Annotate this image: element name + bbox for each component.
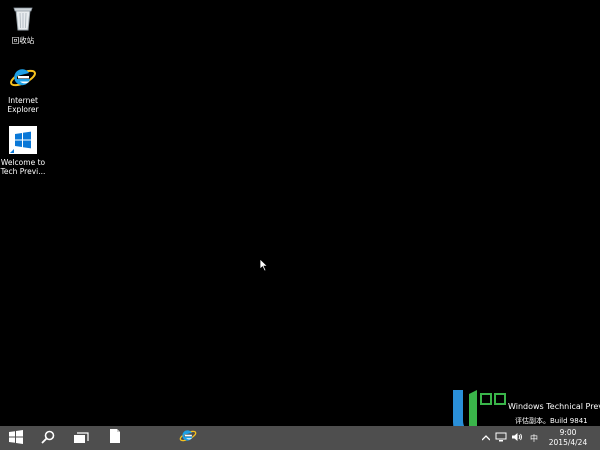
desktop-icon-label: Welcome to Tech Previ... bbox=[0, 158, 46, 176]
show-hidden-icons-button[interactable] bbox=[480, 426, 492, 450]
search-button[interactable] bbox=[33, 426, 63, 450]
clock-time: 9:00 bbox=[559, 428, 577, 437]
chevron-up-icon bbox=[481, 434, 491, 443]
desktop-icon-welcome-tech-preview[interactable]: Welcome to Tech Previ... bbox=[0, 126, 46, 176]
start-button[interactable] bbox=[0, 426, 32, 450]
desktop-icon-label: Internet Explorer bbox=[7, 96, 39, 114]
file-explorer-button[interactable] bbox=[100, 426, 130, 450]
windows-logo-icon bbox=[9, 429, 23, 448]
taskbar: 中 9:00 2015/4/24 bbox=[0, 426, 600, 450]
task-view-button[interactable] bbox=[66, 426, 96, 450]
system-tray: 中 9:00 2015/4/24 bbox=[480, 426, 600, 450]
internet-explorer-taskbar-button[interactable] bbox=[173, 426, 203, 450]
network-button[interactable] bbox=[494, 426, 508, 450]
clock-date: 2015/4/24 bbox=[548, 438, 588, 447]
volume-icon bbox=[511, 432, 523, 444]
desktop-icon-label: 回收站 bbox=[11, 36, 35, 45]
watermark-build-line-2: 评估副本。Build 9841 bbox=[515, 417, 588, 425]
document-icon bbox=[109, 428, 121, 448]
network-icon bbox=[495, 432, 507, 444]
desktop-icon-internet-explorer[interactable]: Internet Explorer bbox=[0, 64, 46, 114]
windows-logo-icon bbox=[0, 126, 46, 156]
watermark-build-line-1: Windows Technical Preview bbox=[508, 402, 600, 411]
desktop[interactable]: 回收站 Internet Explorer Welcome to Tech Pr… bbox=[0, 0, 600, 438]
clock[interactable]: 9:00 2015/4/24 bbox=[540, 428, 596, 448]
task-view-icon bbox=[73, 429, 89, 448]
volume-button[interactable] bbox=[510, 426, 524, 450]
search-icon bbox=[41, 429, 55, 448]
mouse-cursor-icon bbox=[259, 257, 269, 276]
desktop-icon-recycle-bin[interactable]: 回收站 bbox=[0, 4, 46, 45]
internet-explorer-icon bbox=[179, 427, 197, 449]
recycle-bin-icon bbox=[0, 4, 46, 34]
internet-explorer-icon bbox=[0, 64, 46, 94]
